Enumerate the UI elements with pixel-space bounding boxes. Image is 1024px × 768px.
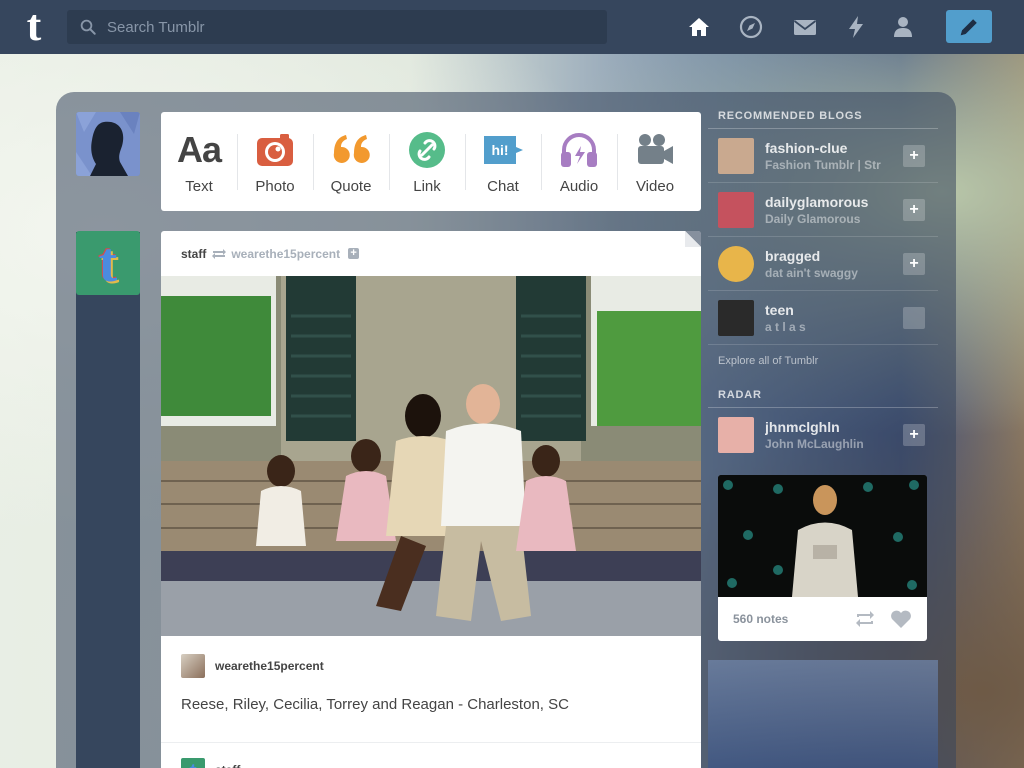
post-type-chat[interactable]: hi! Chat — [465, 112, 541, 211]
post-type-quote[interactable]: Quote — [313, 112, 389, 211]
blog-title: dat ain't swaggy — [765, 265, 858, 280]
recommended-blogs-heading: RECOMMENDED BLOGS — [708, 106, 938, 129]
post-type-label: Video — [635, 178, 675, 195]
staff-logo: t — [98, 232, 118, 294]
post-type-label: Audio — [559, 178, 599, 195]
blog-avatar[interactable] — [718, 191, 754, 228]
radar-follow-button[interactable]: + — [903, 424, 925, 446]
recommended-blog-item[interactable]: fashion-clue Fashion Tumblr | Str + — [708, 129, 938, 183]
radar-heading: RADAR — [708, 385, 938, 408]
follow-button[interactable]: + — [903, 307, 925, 329]
blog-name[interactable]: fashion-clue — [765, 140, 905, 156]
recommended-blog-item[interactable]: dailyglamorous Daily Glamorous + — [708, 183, 938, 237]
svg-text:hi!: hi! — [491, 142, 508, 158]
post-caption: Reese, Riley, Cecilia, Torrey and Reagan… — [181, 696, 569, 713]
reblog-icon[interactable] — [854, 609, 876, 629]
pencil-icon — [960, 18, 977, 35]
reblog-icon — [212, 248, 227, 259]
text-icon: Aa — [176, 129, 222, 170]
sidebar: RECOMMENDED BLOGS fashion-clue Fashion T… — [708, 106, 938, 641]
heart-icon[interactable] — [890, 609, 912, 629]
blog-title: Daily Glamorous — [765, 211, 861, 226]
post-type-label: Text — [185, 178, 213, 195]
post-corner-fold — [685, 231, 701, 247]
blog-avatar[interactable] — [718, 299, 754, 336]
post-author-avatar[interactable]: t — [76, 231, 140, 295]
explore-tumblr-link[interactable]: Explore all of Tumblr — [708, 345, 938, 385]
radar-post-card: 560 notes — [718, 475, 927, 641]
account-icon[interactable] — [891, 15, 915, 39]
blog-title: a t l a s — [765, 319, 806, 334]
post-type-video[interactable]: Video — [617, 112, 693, 211]
inbox-icon[interactable] — [793, 15, 817, 39]
recommended-blog-item[interactable]: bragged dat ain't swaggy + — [708, 237, 938, 291]
radar-gif[interactable] — [718, 475, 927, 597]
blog-avatar[interactable] — [718, 245, 754, 282]
search-box[interactable] — [67, 10, 607, 44]
post-type-label: Quote — [330, 178, 372, 195]
post-type-photo[interactable]: Photo — [237, 112, 313, 211]
activity-icon[interactable] — [844, 15, 868, 39]
quote-icon — [330, 130, 372, 170]
blog-title: Fashion Tumblr | Str — [765, 157, 881, 172]
radar-blog-title: John McLaughlin — [765, 437, 864, 451]
chat-icon: hi! — [482, 130, 524, 170]
post-composer: Aa Text Photo Quote Link hi! Chat Audio … — [161, 112, 701, 211]
follow-button[interactable]: + — [903, 253, 925, 275]
default-avatar-icon — [76, 112, 140, 176]
avatar-rail — [76, 232, 140, 768]
recommended-blog-item[interactable]: teen a t l a s + — [708, 291, 938, 345]
blog-name[interactable]: teen — [765, 302, 905, 318]
notes-count[interactable]: 560 notes — [733, 612, 788, 626]
radar-post-footer: 560 notes — [718, 597, 927, 641]
source-avatar[interactable] — [181, 654, 205, 678]
post-source: wearethe15percent — [161, 636, 701, 696]
staff-mini-avatar[interactable]: t — [181, 758, 205, 768]
source-blog-link[interactable]: wearethe15percent — [215, 659, 324, 673]
headphones-icon — [559, 130, 599, 170]
follow-button[interactable]: + — [903, 199, 925, 221]
family-photo — [161, 276, 701, 636]
compose-button[interactable] — [946, 10, 992, 43]
camera-icon — [256, 130, 294, 170]
post-type-label: Photo — [255, 178, 295, 195]
home-icon[interactable] — [687, 15, 711, 39]
post-type-label: Chat — [487, 178, 519, 195]
user-avatar[interactable] — [76, 112, 140, 176]
reblogged-from-link[interactable]: wearethe15percent — [231, 247, 340, 261]
sidebar-promo-block — [708, 660, 938, 768]
post-type-label: Link — [413, 178, 441, 195]
search-icon — [80, 19, 96, 35]
radar-blog-avatar[interactable] — [718, 417, 754, 453]
follow-plus-icon[interactable]: + — [348, 248, 360, 259]
post-type-audio[interactable]: Audio — [541, 112, 617, 211]
blog-avatar[interactable] — [718, 137, 754, 174]
blog-name[interactable]: bragged — [765, 248, 905, 264]
post-author-link[interactable]: staff — [181, 247, 206, 261]
post-photo[interactable] — [161, 276, 701, 636]
radar-gif-image — [718, 475, 927, 597]
video-camera-icon — [635, 130, 675, 170]
top-navigation-bar: t — [0, 0, 1024, 54]
explore-icon[interactable] — [739, 15, 763, 39]
reblog-attribution: wearethe15percent + — [211, 247, 360, 261]
blog-name[interactable]: dailyglamorous — [765, 194, 905, 210]
post-type-link[interactable]: Link — [389, 112, 465, 211]
follow-button[interactable]: + — [903, 145, 925, 167]
radar-blog-name[interactable]: jhnmclghln — [765, 419, 905, 435]
post-type-text[interactable]: Aa Text — [161, 112, 237, 211]
search-input[interactable] — [107, 18, 587, 36]
next-author-link[interactable]: staff — [215, 763, 240, 768]
post-header: staff wearethe15percent + — [161, 231, 701, 276]
radar-blog-item[interactable]: jhnmclghln John McLaughlin + — [708, 408, 938, 462]
next-reblog-header: t staff — [161, 742, 701, 768]
link-icon — [408, 130, 446, 170]
dashboard-post: staff wearethe15percent + wearethe15perc… — [161, 231, 701, 768]
tumblr-logo[interactable]: t — [16, 4, 52, 48]
